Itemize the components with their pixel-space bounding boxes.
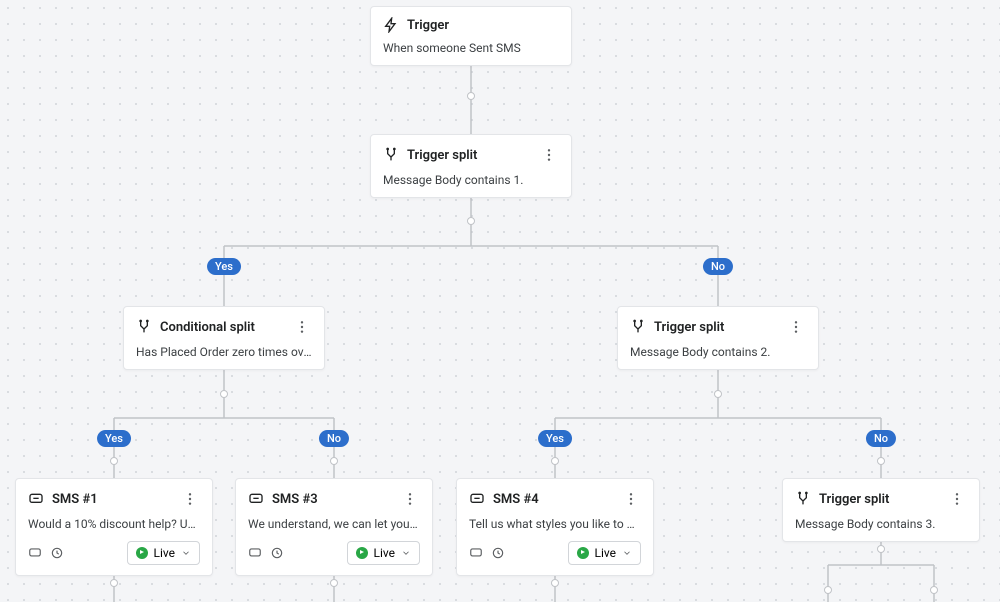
branch-badge-yes: Yes (97, 430, 131, 447)
split-icon (630, 319, 646, 335)
node-title: Trigger split (407, 148, 531, 163)
node-more-button[interactable] (539, 145, 559, 165)
node-description: Message Body contains 1. (383, 173, 559, 187)
node-description: When someone Sent SMS (383, 41, 559, 55)
branch-badge-yes: Yes (207, 258, 241, 275)
chevron-down-icon (401, 548, 411, 558)
split-icon (136, 319, 152, 335)
play-status-icon (577, 547, 589, 559)
clock-icon (270, 546, 284, 560)
sms-node[interactable]: SMS #3 We understand, we can let you kno… (235, 478, 433, 576)
node-description: Message Body contains 3. (795, 517, 967, 531)
split-icon (383, 147, 399, 163)
branch-badge-yes: Yes (538, 430, 572, 447)
message-outline-icon (28, 546, 42, 560)
trigger-split-node[interactable]: Trigger split Message Body contains 3. (782, 478, 980, 542)
node-more-button[interactable] (786, 317, 806, 337)
node-description: Would a 10% discount help? Use code G... (28, 517, 200, 531)
bolt-icon (383, 17, 399, 33)
play-status-icon (356, 547, 368, 559)
sms-node[interactable]: SMS #1 Would a 10% discount help? Use co… (15, 478, 213, 576)
node-more-button[interactable] (621, 489, 641, 509)
branch-badge-no: No (866, 430, 896, 447)
conditional-split-node[interactable]: Conditional split Has Placed Order zero … (123, 306, 325, 370)
node-description: Tell us what styles you like to get cust… (469, 517, 641, 531)
message-icon (469, 491, 485, 507)
node-title: SMS #4 (493, 492, 613, 507)
play-status-icon (136, 547, 148, 559)
branch-badge-no: No (319, 430, 349, 447)
node-description: Message Body contains 2. (630, 345, 806, 359)
clock-icon (50, 546, 64, 560)
node-description: Has Placed Order zero times over all tim… (136, 345, 312, 359)
node-more-button[interactable] (292, 317, 312, 337)
trigger-split-node[interactable]: Trigger split Message Body contains 2. (617, 306, 819, 370)
status-select[interactable]: Live (127, 541, 200, 565)
status-select[interactable]: Live (568, 541, 641, 565)
status-label: Live (595, 546, 616, 560)
sms-node[interactable]: SMS #4 Tell us what styles you like to g… (456, 478, 654, 576)
message-outline-icon (248, 546, 262, 560)
status-label: Live (374, 546, 395, 560)
node-more-button[interactable] (180, 489, 200, 509)
chevron-down-icon (622, 548, 632, 558)
trigger-split-node[interactable]: Trigger split Message Body contains 1. (370, 134, 572, 198)
node-description: We understand, we can let you know whe..… (248, 517, 420, 531)
node-title: SMS #3 (272, 492, 392, 507)
branch-badge-no: No (703, 258, 733, 275)
clock-icon (491, 546, 505, 560)
node-title: Trigger (407, 18, 559, 33)
node-more-button[interactable] (400, 489, 420, 509)
node-more-button[interactable] (947, 489, 967, 509)
split-icon (795, 491, 811, 507)
message-outline-icon (469, 546, 483, 560)
message-icon (248, 491, 264, 507)
message-icon (28, 491, 44, 507)
status-select[interactable]: Live (347, 541, 420, 565)
node-title: Trigger split (654, 320, 778, 335)
node-title: Conditional split (160, 320, 284, 335)
status-label: Live (154, 546, 175, 560)
node-title: Trigger split (819, 492, 939, 507)
trigger-node[interactable]: Trigger When someone Sent SMS (370, 6, 572, 66)
node-title: SMS #1 (52, 492, 172, 507)
chevron-down-icon (181, 548, 191, 558)
